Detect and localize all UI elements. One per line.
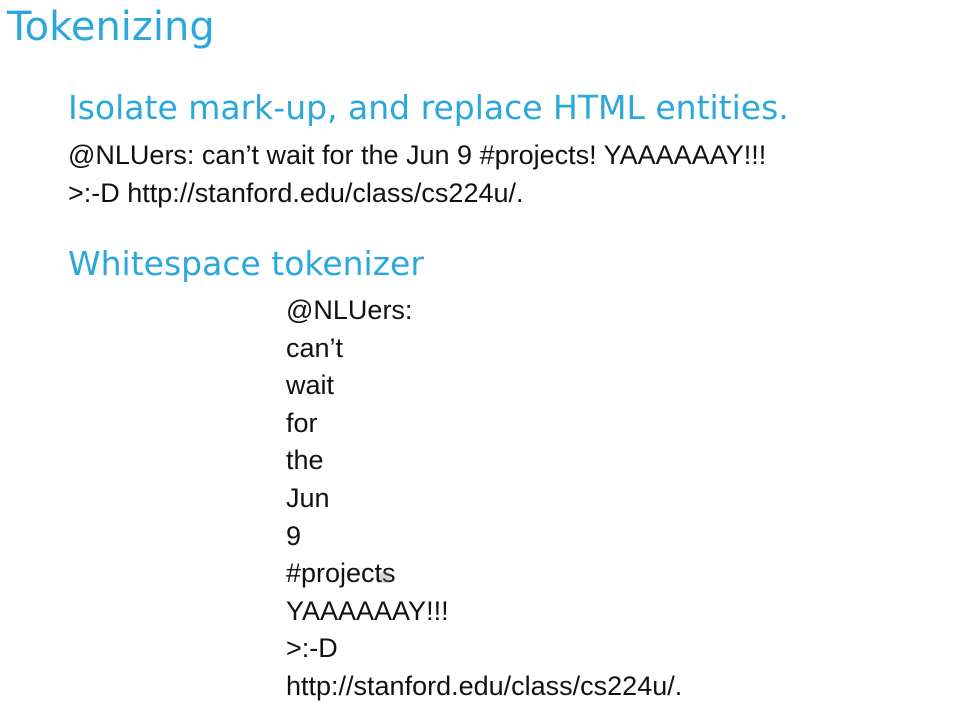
token: YAAAAAAY!!!: [286, 595, 449, 626]
example-line: >:-D http://stanford.edu/class/cs224u/.: [68, 178, 524, 208]
token: wait: [286, 370, 335, 401]
example-line: @NLUers: can’t wait for the Jun 9 #proje…: [68, 140, 767, 170]
token-list: @NLUers: can’t wait for the Jun 9 #proje…: [286, 292, 682, 706]
token: @NLUers:: [286, 295, 413, 325]
token: 9: [286, 520, 302, 551]
token: http://stanford.edu/class/cs224u/.: [286, 670, 683, 701]
token: Jun: [286, 482, 330, 513]
token: the: [286, 445, 324, 476]
example-tweet: @NLUers: can’t wait for the Jun 9 #proje…: [68, 136, 766, 212]
token: for: [286, 407, 318, 438]
slide: Tokenizing Isolate mark-up, and replace …: [0, 0, 980, 710]
section-heading-isolate-markup: Isolate mark-up, and replace HTML entiti…: [68, 88, 789, 127]
slide-title: Tokenizing: [7, 4, 215, 50]
token: can’t: [286, 332, 344, 363]
section-heading-whitespace-tokenizer: Whitespace tokenizer: [68, 244, 424, 283]
token: #projects: [286, 558, 396, 589]
token: >:-D: [286, 633, 338, 664]
